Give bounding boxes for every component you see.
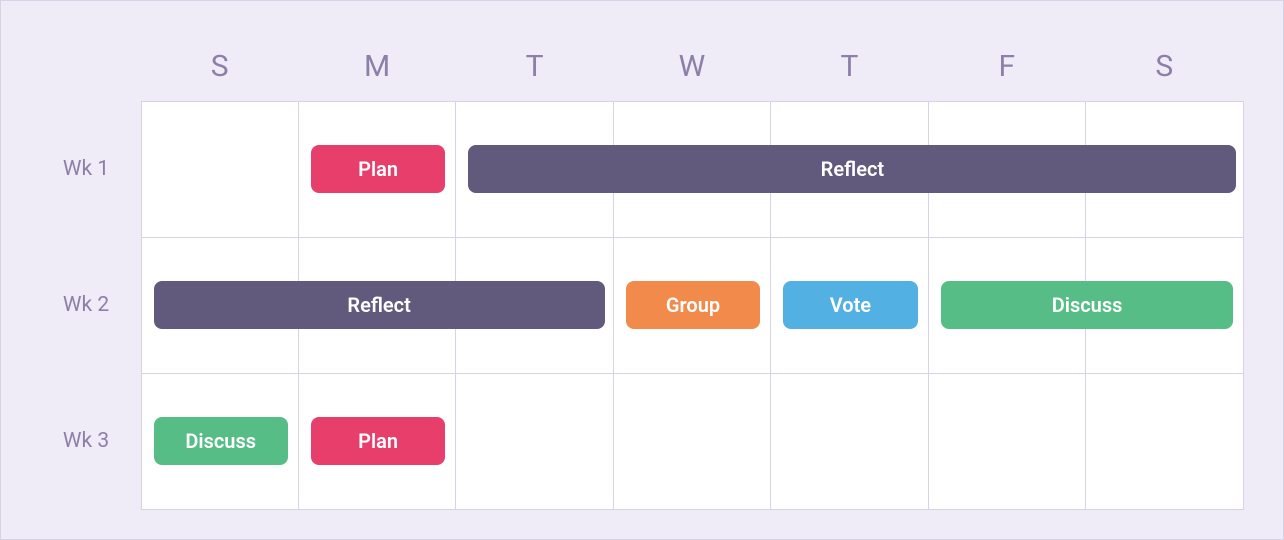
calendar-grid: SMTWTFSWk 1PlanReflectWk 2ReflectGroupVo… — [41, 31, 1243, 509]
event-wk2-vote[interactable]: Vote — [783, 281, 917, 329]
calendar-cell: Vote — [770, 237, 928, 374]
event-wk2-group[interactable]: Group — [626, 281, 760, 329]
event-wk3-discuss[interactable]: Discuss — [154, 417, 288, 465]
corner-spacer — [41, 31, 141, 101]
day-header: T — [456, 31, 613, 101]
day-header: F — [928, 31, 1085, 101]
week-label: Wk 3 — [41, 373, 141, 509]
calendar-cell: Plan — [298, 101, 456, 238]
calendar-cell: Reflect — [455, 101, 613, 238]
week-label: Wk 2 — [41, 237, 141, 373]
event-wk1-plan[interactable]: Plan — [311, 145, 445, 193]
day-header: M — [298, 31, 455, 101]
calendar-cell: Discuss — [141, 373, 299, 510]
calendar-cell — [1085, 373, 1243, 510]
day-header: S — [141, 31, 298, 101]
event-wk2-reflect[interactable]: Reflect — [154, 281, 605, 329]
calendar-cell — [613, 373, 771, 510]
calendar-cell — [928, 373, 1086, 510]
calendar-cell: Reflect — [141, 237, 299, 374]
week-label: Wk 1 — [41, 101, 141, 237]
calendar-cell — [455, 373, 613, 510]
calendar-cell: Group — [613, 237, 771, 374]
calendar-cell: Discuss — [928, 237, 1086, 374]
calendar-cell: Plan — [298, 373, 456, 510]
event-wk1-reflect[interactable]: Reflect — [468, 145, 1236, 193]
event-wk2-discuss[interactable]: Discuss — [941, 281, 1234, 329]
calendar-frame: SMTWTFSWk 1PlanReflectWk 2ReflectGroupVo… — [0, 0, 1284, 540]
event-wk3-plan[interactable]: Plan — [311, 417, 445, 465]
day-header: T — [771, 31, 928, 101]
day-header: W — [613, 31, 770, 101]
calendar-cell — [141, 101, 299, 238]
day-header: S — [1086, 31, 1243, 101]
calendar-cell — [770, 373, 928, 510]
